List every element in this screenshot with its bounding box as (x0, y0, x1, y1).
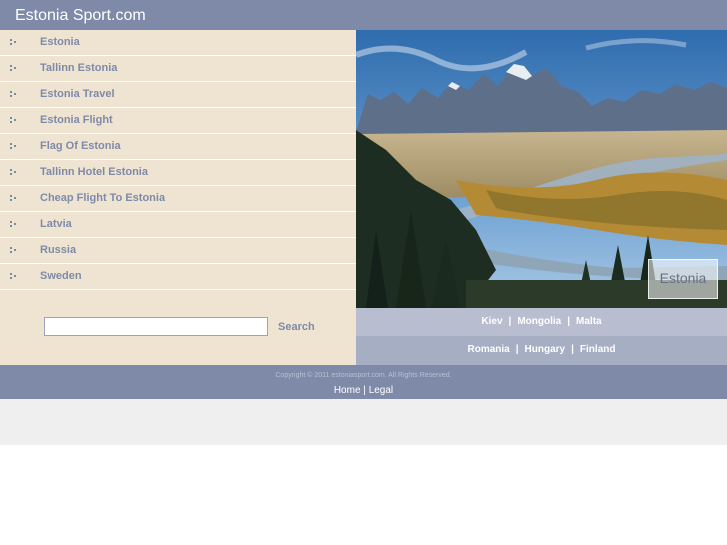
sidebar-item-flag-of-estonia[interactable]: Flag Of Estonia (0, 134, 356, 160)
bullet-icon (10, 195, 18, 201)
link-romania[interactable]: Romania (468, 344, 510, 355)
country-links-row1: Kiev | Mongolia | Malta (356, 308, 727, 336)
sidebar-item-latvia[interactable]: Latvia (0, 212, 356, 238)
link-kiev[interactable]: Kiev (481, 316, 502, 327)
sidebar-item-label[interactable]: Tallinn Estonia (40, 62, 117, 74)
hero-caption-text: Estonia (659, 270, 707, 286)
copyright-text: Copyright © 2011 estoniasport.com. All R… (275, 372, 452, 379)
footer: Copyright © 2011 estoniasport.com. All R… (0, 365, 727, 399)
bullet-icon (10, 91, 18, 97)
sidebar-item-sweden[interactable]: Sweden (0, 264, 356, 290)
footer-separator: | (363, 385, 366, 396)
bullet-icon (10, 65, 18, 71)
search-input[interactable] (44, 317, 268, 336)
sidebar-item-estonia[interactable]: Estonia (0, 30, 356, 56)
separator: | (571, 344, 574, 355)
bullet-icon (10, 273, 18, 279)
sidebar-item-label[interactable]: Estonia Travel (40, 88, 115, 100)
link-hungary[interactable]: Hungary (525, 344, 566, 355)
bullet-icon (10, 117, 18, 123)
site-header: Estonia Sport.com (0, 0, 727, 30)
footer-band (0, 399, 727, 445)
sidebar-item-tallinn-estonia[interactable]: Tallinn Estonia (0, 56, 356, 82)
sidebar-item-russia[interactable]: Russia (0, 238, 356, 264)
bullet-icon (10, 143, 18, 149)
sidebar-item-label[interactable]: Estonia (40, 36, 80, 48)
sidebar-item-label[interactable]: Flag Of Estonia (40, 140, 121, 152)
country-links-row2: Romania | Hungary | Finland (356, 336, 727, 365)
search-button[interactable]: Search (278, 321, 315, 333)
sidebar-item-cheap-flight-to-estonia[interactable]: Cheap Flight To Estonia (0, 186, 356, 212)
sidebar: Estonia Tallinn Estonia Estonia Travel E… (0, 30, 356, 365)
link-malta[interactable]: Malta (576, 316, 602, 327)
separator: | (567, 316, 571, 327)
legal-link[interactable]: Legal (369, 385, 393, 396)
footer-links: Home | Legal (0, 385, 727, 396)
sidebar-item-estonia-travel[interactable]: Estonia Travel (0, 82, 356, 108)
bullet-icon (10, 169, 18, 175)
link-finland[interactable]: Finland (580, 344, 616, 355)
home-link[interactable]: Home (334, 385, 361, 396)
sidebar-item-estonia-flight[interactable]: Estonia Flight (0, 108, 356, 134)
link-mongolia[interactable]: Mongolia (517, 316, 561, 327)
bullet-icon (10, 247, 18, 253)
sidebar-item-label[interactable]: Latvia (40, 218, 72, 230)
sidebar-item-label[interactable]: Estonia Flight (40, 114, 113, 126)
sidebar-item-label[interactable]: Tallinn Hotel Estonia (40, 166, 148, 178)
separator: | (515, 344, 519, 355)
site-title[interactable]: Estonia Sport.com (15, 7, 146, 25)
bullet-icon (10, 39, 18, 45)
sidebar-item-tallinn-hotel-estonia[interactable]: Tallinn Hotel Estonia (0, 160, 356, 186)
sidebar-item-label[interactable]: Cheap Flight To Estonia (40, 192, 165, 204)
hero-caption: Estonia (648, 259, 718, 299)
sidebar-item-label[interactable]: Sweden (40, 270, 82, 282)
bullet-icon (10, 221, 18, 227)
sidebar-item-label[interactable]: Russia (40, 244, 76, 256)
separator: | (508, 316, 512, 327)
hero-image: Estonia (356, 30, 727, 308)
